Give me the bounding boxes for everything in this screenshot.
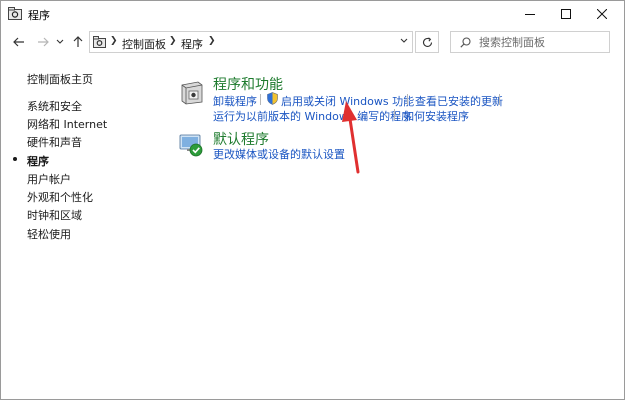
forward-button[interactable] xyxy=(34,32,52,52)
uninstall-program-link[interactable]: 卸载程序 xyxy=(213,93,257,109)
search-box[interactable] xyxy=(450,31,610,53)
turn-windows-features-link[interactable]: 启用或关闭 Windows 功能 xyxy=(281,93,414,109)
sidebar-item-hardware-sound[interactable]: 硬件和声音 xyxy=(27,134,82,150)
breadcrumb-control-panel[interactable]: 控制面板 xyxy=(122,36,166,52)
close-icon xyxy=(597,9,607,19)
address-dropdown-icon[interactable] xyxy=(400,38,408,44)
sidebar-item-programs[interactable]: 程序 xyxy=(13,153,49,169)
sidebar-item-clock-region[interactable]: 时钟和区域 xyxy=(27,207,82,223)
chevron-down-icon xyxy=(56,39,64,44)
title-bar: 程序 xyxy=(1,1,624,27)
address-bar[interactable]: ❯ 控制面板 ❯ 程序 ❯ xyxy=(89,31,413,53)
search-input[interactable] xyxy=(479,34,607,50)
arrow-up-icon xyxy=(73,36,83,47)
window-title: 程序 xyxy=(28,9,50,22)
refresh-icon xyxy=(422,36,432,47)
sidebar-item-ease-of-access[interactable]: 轻松使用 xyxy=(27,226,71,242)
control-panel-icon xyxy=(8,7,22,20)
run-older-programs-link[interactable]: 运行为以前版本的 Windows 编写的程序 xyxy=(213,108,412,124)
arrow-left-icon xyxy=(13,37,24,47)
view-installed-updates-link[interactable]: 查看已安装的更新 xyxy=(415,93,503,109)
close-button[interactable] xyxy=(584,1,620,27)
default-programs-icon[interactable] xyxy=(179,132,205,158)
sidebar-item-network-internet[interactable]: 网络和 Internet xyxy=(27,116,107,132)
how-to-install-link[interactable]: 如何安装程序 xyxy=(403,108,469,124)
programs-features-icon[interactable] xyxy=(179,79,205,105)
link-divider xyxy=(394,109,395,120)
breadcrumb-separator-icon[interactable]: ❯ xyxy=(208,36,216,46)
uac-shield-icon xyxy=(267,92,278,105)
minimize-icon xyxy=(525,14,535,15)
breadcrumb-separator-icon[interactable]: ❯ xyxy=(169,36,177,46)
current-page-bullet xyxy=(13,157,17,161)
link-divider xyxy=(260,94,261,105)
sidebar-home-link[interactable]: 控制面板主页 xyxy=(27,71,93,87)
breadcrumb-programs[interactable]: 程序 xyxy=(181,36,203,52)
minimize-button[interactable] xyxy=(512,1,548,27)
up-button[interactable] xyxy=(69,32,87,52)
arrow-right-icon xyxy=(38,37,49,47)
sidebar-item-label: 程序 xyxy=(27,155,49,168)
search-icon xyxy=(460,37,471,48)
breadcrumb-separator-icon[interactable]: ❯ xyxy=(110,36,118,46)
maximize-icon xyxy=(561,9,571,19)
refresh-button[interactable] xyxy=(415,31,439,53)
link-divider xyxy=(407,94,408,105)
navigation-bar: ❯ 控制面板 ❯ 程序 ❯ xyxy=(1,28,624,56)
sidebar-item-system-security[interactable]: 系统和安全 xyxy=(27,98,82,114)
change-default-settings-link[interactable]: 更改媒体或设备的默认设置 xyxy=(213,146,345,162)
back-button[interactable] xyxy=(10,32,28,52)
annotation-arrow-icon xyxy=(342,101,360,174)
maximize-button[interactable] xyxy=(548,1,584,27)
sidebar-item-appearance[interactable]: 外观和个性化 xyxy=(27,189,93,205)
sidebar-item-user-accounts[interactable]: 用户帐户 xyxy=(27,171,71,187)
category-programs-features[interactable]: 程序和功能 xyxy=(213,74,283,94)
control-panel-icon xyxy=(93,36,106,48)
link-divider xyxy=(499,94,500,105)
recent-locations-button[interactable] xyxy=(54,32,66,52)
